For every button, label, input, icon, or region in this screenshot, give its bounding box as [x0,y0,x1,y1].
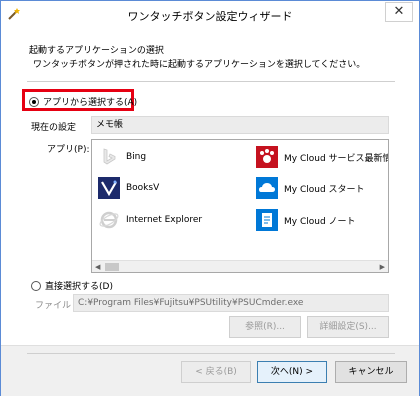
radio-indicator [31,280,41,291]
current-setting-value: メモ帳 [96,120,124,130]
radio-label-direct-select: 直接選択する(D) [45,282,113,292]
app-name: My Cloud ノート [284,216,356,227]
app-item-my-cloud-start[interactable]: My Cloud スタート [256,177,365,199]
scroll-right-icon[interactable]: ▶ [380,263,385,271]
file-path-value: C:¥Program Files¥Fujitsu¥PSUtility¥PSUCm… [78,298,304,308]
footer-divider [27,353,395,354]
file-label: ファイル [35,301,72,311]
cancel-button[interactable]: キャンセル [335,361,407,383]
section-description: ワンタッチボタンが押された時に起動するアプリケーションを選択してください。 [33,60,366,70]
file-path-field[interactable]: C:¥Program Files¥Fujitsu¥PSUtility¥PSUCm… [73,294,389,312]
divider [27,81,395,82]
app-name: My Cloud スタート [284,184,365,195]
browse-button[interactable]: 参照(R)... [229,316,301,338]
my-cloud-start-icon [256,177,278,199]
app-name: Internet Explorer [126,215,203,225]
horizontal-scrollbar[interactable]: ◀ ▶ [92,260,388,272]
app-name: Bing [126,152,147,162]
advanced-settings-button[interactable]: 詳細設定(S)... [307,316,389,338]
close-button[interactable]: ✕ [385,2,413,22]
my-cloud-news-icon [256,146,278,168]
title-bar: ワンタッチボタン設定ウィザード ✕ [1,1,419,29]
app-list[interactable]: Bing My Cloud サービス最新情報 BooksV My Cloud ス… [91,139,389,273]
app-list-label: アプリ(P): [47,145,90,155]
back-button[interactable]: < 戻る(B) [181,361,251,383]
app-name: My Cloud サービス最新情報 [284,153,389,164]
app-item-booksv[interactable]: BooksV [98,177,159,199]
app-item-bing[interactable]: Bing [98,146,146,168]
app-item-my-cloud-news[interactable]: My Cloud サービス最新情報 [256,146,389,168]
window-title: ワンタッチボタン設定ウィザード [127,10,293,23]
next-button[interactable]: 次へ(N) > [257,361,327,383]
app-item-internet-explorer[interactable]: Internet Explorer [98,209,202,231]
scroll-thumb[interactable] [105,263,119,271]
radio-select-from-apps[interactable]: アプリから選択する(A) [29,95,137,108]
close-icon: ✕ [393,4,405,19]
wizard-window: ワンタッチボタン設定ウィザード ✕ 起動するアプリケーションの選択 ワンタッチボ… [0,0,420,396]
current-setting-field: メモ帳 [91,116,389,134]
radio-direct-select[interactable]: 直接選択する(D) [31,279,113,292]
booksv-icon [98,177,120,199]
radio-indicator [29,96,39,107]
radio-label-select-from-apps: アプリから選択する(A) [43,98,138,108]
bing-icon [98,146,120,168]
app-name: BooksV [126,183,160,193]
scroll-left-icon[interactable]: ◀ [95,263,100,271]
section-heading: 起動するアプリケーションの選択 [29,46,164,56]
internet-explorer-icon [98,209,120,231]
app-item-my-cloud-note[interactable]: My Cloud ノート [256,209,356,231]
my-cloud-note-icon [256,209,278,231]
current-setting-label: 現在の設定 [31,123,77,133]
